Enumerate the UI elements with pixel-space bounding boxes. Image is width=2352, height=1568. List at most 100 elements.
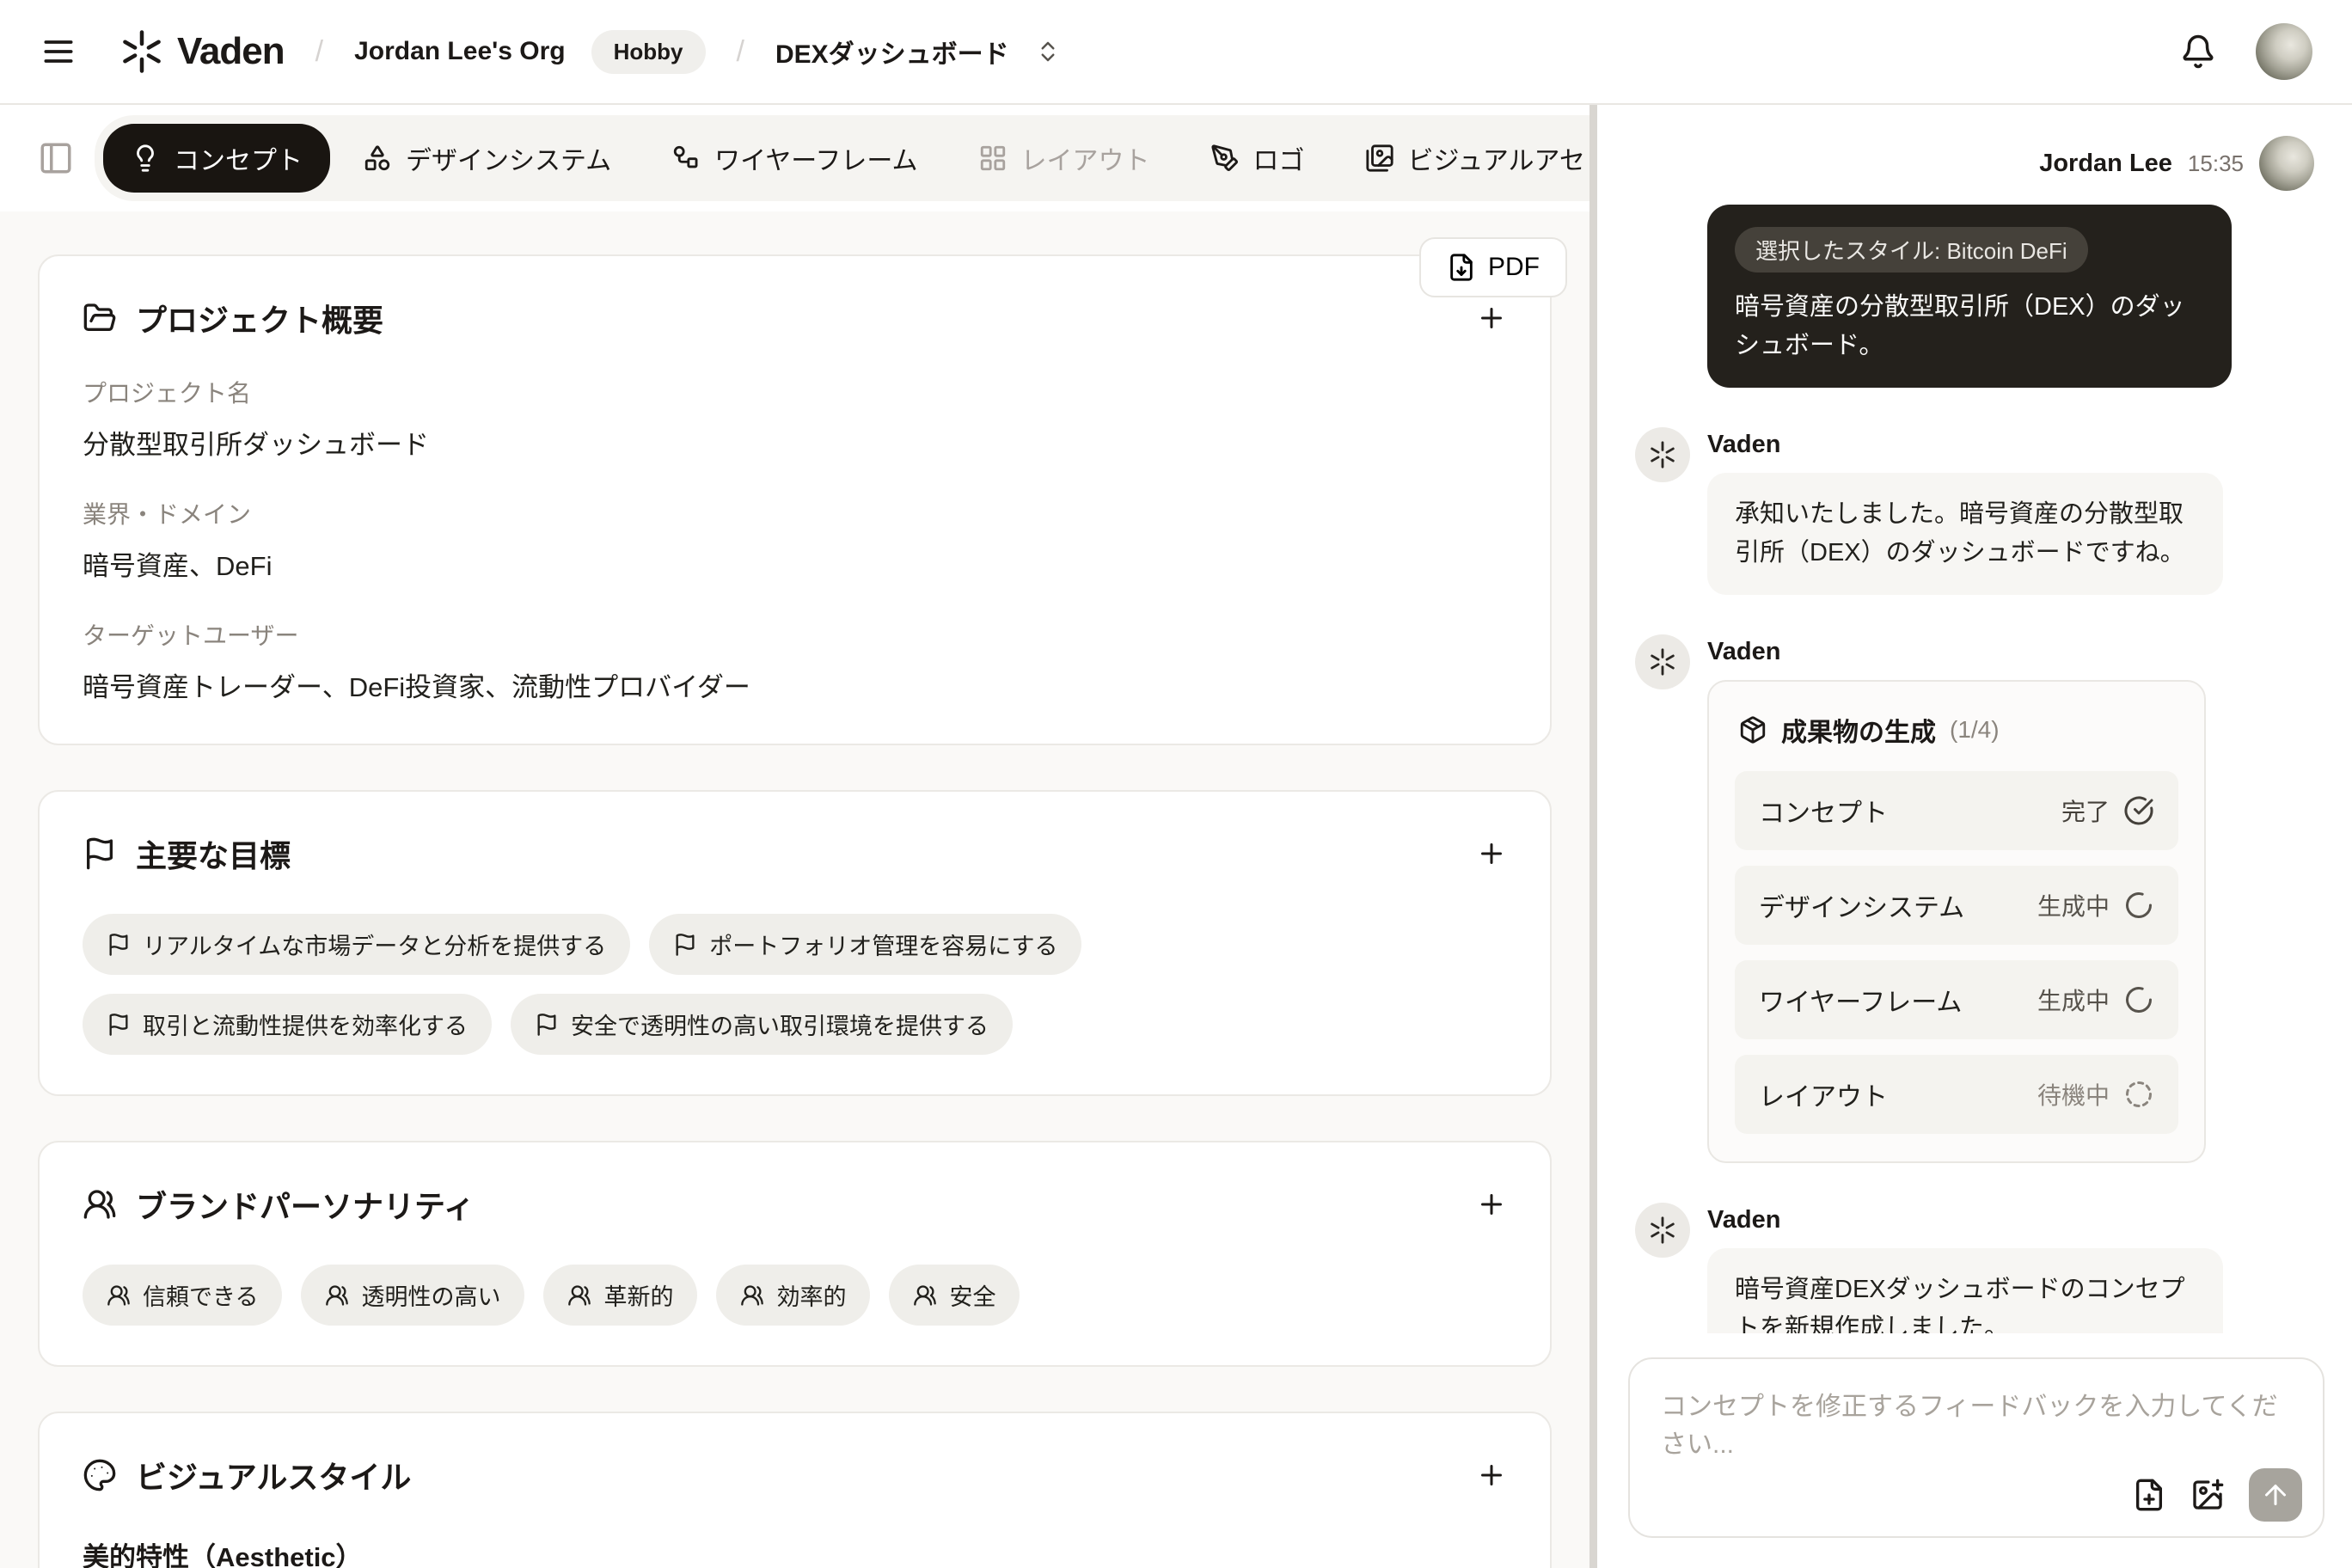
chat-pane: Jordan Lee 15:35 選択したスタイル: Bitcoin DeFi … xyxy=(1597,105,2352,1568)
progress-label: コンセプト xyxy=(1759,799,1888,828)
goal-chip[interactable]: ポートフォリオ管理を容易にする xyxy=(649,914,1082,975)
bot-message-bubble: 暗号資産DEXダッシュボードのコンセプトを新規作成しました。 xyxy=(1707,1247,2223,1333)
send-button[interactable] xyxy=(2249,1468,2302,1522)
personality-chip[interactable]: 効率的 xyxy=(716,1265,871,1326)
chat-messages: Jordan Lee 15:35 選択したスタイル: Bitcoin DeFi … xyxy=(1597,105,2352,1333)
palette-icon xyxy=(83,1459,116,1491)
panel-left-icon xyxy=(40,143,71,174)
card-title: ブランドパーソナリティ xyxy=(136,1189,475,1224)
pdf-label: PDF xyxy=(1488,253,1540,281)
add-style-button[interactable] xyxy=(1476,1460,1507,1491)
add-goal-button[interactable] xyxy=(1476,838,1507,869)
chip-label: 革新的 xyxy=(603,1284,674,1310)
tab-label: コンセプト xyxy=(174,147,303,175)
vaden-logo-icon xyxy=(1651,441,1675,469)
menu-icon xyxy=(44,40,73,63)
breadcrumb-project[interactable]: DEXダッシュボード xyxy=(775,33,1009,70)
card-visual-style: ビジュアルスタイル 美的特性（Aesthetic） モダン、ミニマル 雰囲気（M… xyxy=(38,1412,1552,1568)
tab-layout[interactable]: レイアウト xyxy=(951,124,1178,193)
chip-label: 安全で透明性の高い取引環境を提供する xyxy=(571,1014,989,1039)
add-overview-button[interactable] xyxy=(1476,303,1507,334)
chip-label: 取引と流動性提供を効率化する xyxy=(143,1014,468,1039)
tab-concept[interactable]: コンセプト xyxy=(103,124,330,193)
file-download-icon xyxy=(1450,254,1473,281)
progress-row-layout: レイアウト 待機中 xyxy=(1735,1054,2178,1134)
images-icon xyxy=(1365,144,1393,172)
field-label: ターゲットユーザー xyxy=(83,622,299,649)
package-icon xyxy=(1740,716,1766,744)
brand[interactable]: Vaden xyxy=(119,28,285,75)
progress-status: 生成中 xyxy=(2037,892,2110,920)
vaden-logo-icon xyxy=(1651,1216,1675,1244)
plus-icon xyxy=(1481,1194,1502,1215)
message-time: 15:35 xyxy=(2187,150,2244,176)
tab-label: デザインシステム xyxy=(406,147,612,175)
add-personality-button[interactable] xyxy=(1476,1189,1507,1220)
chip-label: 信頼できる xyxy=(143,1284,259,1310)
bot-message-bubble: 承知いたしました。暗号資産の分散型取引所（DEX）のダッシュボードですね。 xyxy=(1707,472,2223,595)
tab-design-system[interactable]: デザインシステム xyxy=(335,124,639,193)
personality-chip[interactable]: 透明性の高い xyxy=(301,1265,525,1326)
artifact-tabbar: コンセプト デザインシステム ワイヤーフレーム レイアウト ロゴ ビジュアルアセ… xyxy=(0,105,1725,211)
concept-content: PDF プロジェクト概要 プロジェクト名 分散型取引所ダッシュボード 業界・ドメ… xyxy=(0,211,1589,1568)
attach-image-button[interactable] xyxy=(2190,1478,2225,1512)
breadcrumb-separator: / xyxy=(736,34,744,68)
plan-badge: Hobby xyxy=(591,29,706,74)
project-switcher-button[interactable] xyxy=(1035,39,1061,64)
chip-label: リアルタイムな市場データと分析を提供する xyxy=(143,934,607,959)
users-icon xyxy=(107,1284,130,1306)
goal-chip[interactable]: リアルタイムな市場データと分析を提供する xyxy=(83,914,631,975)
message-author: Vaden xyxy=(1707,1205,1781,1234)
goal-chip[interactable]: 取引と流動性提供を効率化する xyxy=(83,994,492,1055)
plus-icon xyxy=(1481,308,1502,328)
progress-row-design-system: デザインシステム 生成中 xyxy=(1735,865,2178,945)
breadcrumb-org[interactable]: Jordan Lee's Org xyxy=(354,37,566,66)
workspace-pane: コンセプト デザインシステム ワイヤーフレーム レイアウト ロゴ ビジュアルアセ… xyxy=(0,105,1725,1568)
dashed-circle-icon xyxy=(2126,1081,2152,1107)
generation-progress-card: 成果物の生成 (1/4) コンセプト 完了 デザインシステム 生成中 ワイヤーフ… xyxy=(1707,679,2206,1163)
arrow-up-icon xyxy=(2265,1485,2286,1505)
chip-label: 安全 xyxy=(949,1284,996,1310)
message-author: Jordan Lee xyxy=(2039,149,2172,177)
user-avatar[interactable] xyxy=(2256,23,2312,80)
chip-label: 効率的 xyxy=(776,1284,847,1310)
personality-chip[interactable]: 革新的 xyxy=(543,1265,698,1326)
flag-icon xyxy=(676,933,695,956)
user-message-text: 暗号資産の分散型取引所（DEX）のダッシュボード。 xyxy=(1735,293,2185,359)
tab-logo[interactable]: ロゴ xyxy=(1183,124,1332,193)
progress-label: デザインシステム xyxy=(1759,893,1965,922)
personality-chip[interactable]: 信頼できる xyxy=(83,1265,283,1326)
style-subheading: 美的特性（Aesthetic） xyxy=(83,1542,363,1568)
progress-status: 待機中 xyxy=(2037,1081,2110,1109)
spinner-icon xyxy=(2126,986,2152,1013)
goal-chip[interactable]: 安全で透明性の高い取引環境を提供する xyxy=(511,994,1013,1055)
field-value: 分散型取引所ダッシュボード xyxy=(83,430,429,460)
export-pdf-button[interactable]: PDF xyxy=(1419,237,1567,297)
lightbulb-icon xyxy=(137,144,154,172)
pen-tool-icon xyxy=(1210,144,1238,171)
personality-chip[interactable]: 安全 xyxy=(889,1265,1020,1326)
workflow-icon xyxy=(673,145,698,168)
sidebar-toggle-button[interactable] xyxy=(38,140,74,176)
attach-file-button[interactable] xyxy=(2132,1478,2166,1512)
flag-icon xyxy=(87,837,113,870)
vaden-avatar xyxy=(1635,426,1690,482)
tab-label: ワイヤーフレーム xyxy=(714,147,918,175)
field-label: 業界・ドメイン xyxy=(83,501,252,528)
field-label: プロジェクト名 xyxy=(83,380,252,407)
flag-icon xyxy=(109,1013,128,1036)
shapes-icon xyxy=(364,145,390,171)
notifications-button[interactable] xyxy=(2180,34,2216,70)
progress-label: ワイヤーフレーム xyxy=(1759,988,1963,1017)
image-plus-icon xyxy=(2193,1479,2224,1510)
progress-label: レイアウト xyxy=(1759,1082,1888,1112)
circle-check-icon xyxy=(2124,796,2153,825)
tab-wireframe[interactable]: ワイヤーフレーム xyxy=(644,124,945,193)
hamburger-menu-button[interactable] xyxy=(40,33,77,70)
card-title: ビジュアルスタイル xyxy=(136,1460,412,1495)
users-icon xyxy=(741,1284,764,1306)
tab-label: ロゴ xyxy=(1253,147,1305,175)
chat-input-area xyxy=(1628,1357,2324,1542)
pane-resizer[interactable] xyxy=(1589,105,1597,1568)
spinner-icon xyxy=(2126,891,2152,918)
